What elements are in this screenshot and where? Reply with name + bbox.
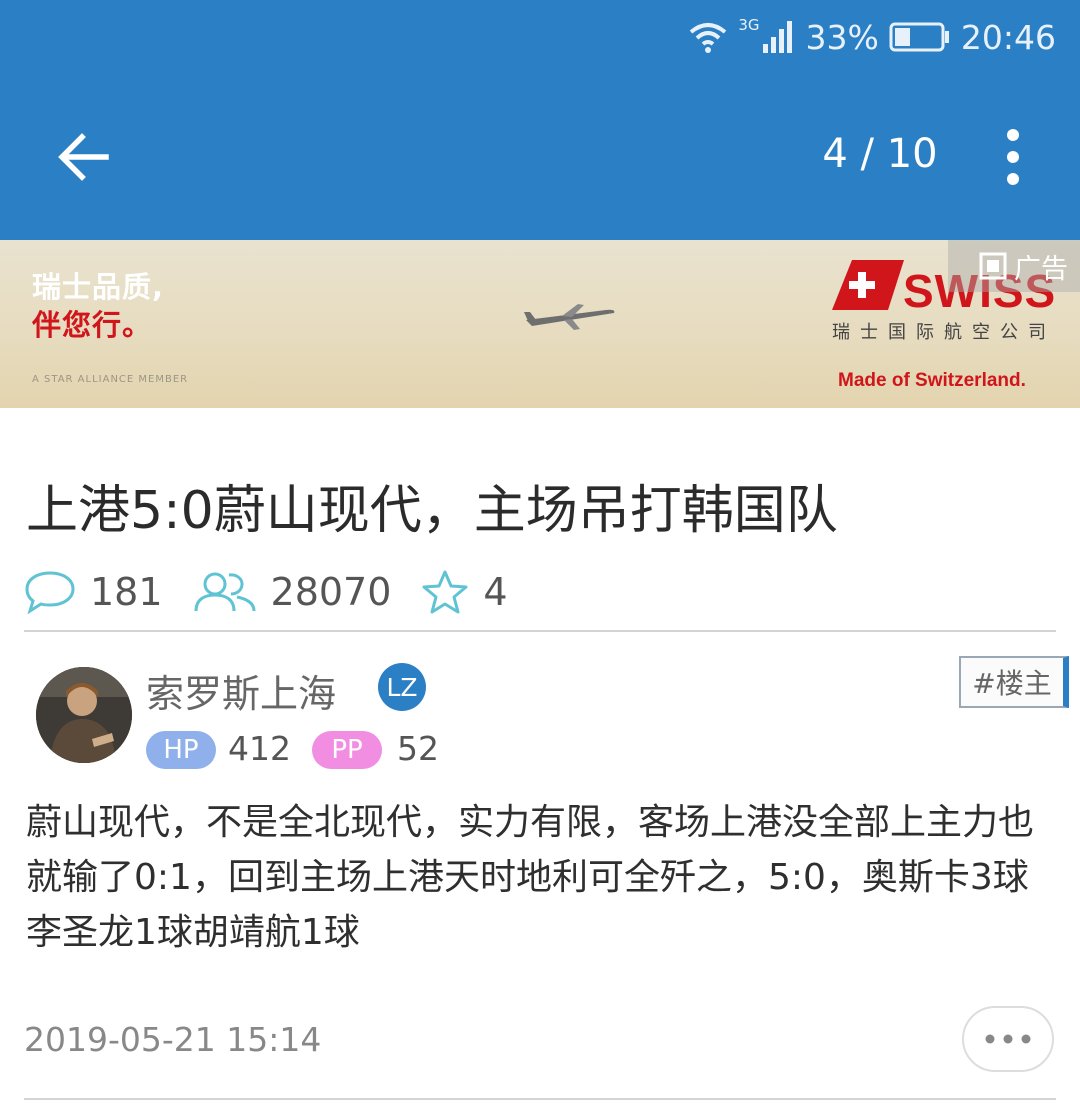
avatar-portrait-icon — [36, 667, 132, 763]
divider — [24, 1098, 1056, 1100]
page-counter[interactable]: 4 / 10 — [800, 131, 960, 177]
ad-badge[interactable]: 广告 — [948, 240, 1080, 292]
swiss-logo-icon — [832, 260, 904, 310]
ad-slogan-line1: 瑞士品质, — [32, 270, 165, 304]
post-timestamp: 2019-05-21 15:14 — [24, 1020, 322, 1059]
post-content: 蔚山现代，不是全北现代，实力有限，客场上港没全部上主力也就输了0:1，回到主场上… — [26, 802, 1035, 953]
clock: 20:46 — [960, 17, 1056, 57]
post-title: 上港5:0蔚山现代，主场吊打韩国队 — [26, 481, 838, 541]
avatar[interactable] — [36, 667, 132, 763]
wifi-icon — [690, 23, 727, 53]
favorites-stat[interactable]: 4 — [421, 569, 508, 615]
divider — [24, 630, 1056, 632]
back-button[interactable] — [50, 122, 120, 192]
status-bar: 3G 33% 20:46 — [688, 14, 1056, 60]
hp-value: 412 — [228, 729, 291, 768]
comment-bubble-icon — [25, 571, 75, 614]
post-more-button[interactable] — [962, 1006, 1054, 1072]
battery-icon — [889, 22, 949, 52]
views-stat: 28070 — [193, 570, 392, 614]
arrow-left-icon — [58, 133, 109, 181]
op-badge: LZ — [378, 663, 426, 711]
post-stats: 181 28070 4 — [24, 564, 538, 620]
ad-slogan-line2: 伴您行。 — [32, 308, 153, 342]
ad-badge-label: 广告 — [1014, 253, 1068, 285]
hp-badge: HP — [146, 731, 216, 769]
pp-value: 52 — [397, 729, 439, 768]
signal-icon — [762, 21, 792, 53]
app-bar: 3G 33% 20:46 4 / 10 — [0, 0, 1080, 240]
ad-alliance-text: A STAR ALLIANCE MEMBER — [32, 374, 189, 385]
airplane-icon — [524, 304, 615, 330]
star-icon — [422, 570, 468, 614]
ad-banner[interactable]: 瑞士品质, 伴您行。 A STAR ALLIANCE MEMBER SWISS … — [0, 240, 1080, 408]
floor-tag[interactable]: #楼主 — [959, 656, 1069, 708]
users-icon — [194, 572, 256, 612]
pp-badge: PP — [312, 731, 382, 769]
views-count: 28070 — [270, 570, 392, 614]
comments-count: 181 — [90, 570, 163, 614]
battery-percent: 33% — [805, 17, 879, 57]
ad-brand-cn: 瑞士国际航空公司 — [832, 322, 1056, 343]
more-options-button[interactable] — [990, 125, 1036, 189]
vertical-dots-icon — [1007, 129, 1019, 185]
network-type: 3G — [738, 16, 760, 34]
ad-tagline: Made of Switzerland. — [838, 370, 1026, 391]
favorites-count: 4 — [483, 570, 508, 614]
comments-stat[interactable]: 181 — [24, 570, 163, 614]
ad-mark-icon — [979, 252, 1007, 280]
horizontal-dots-icon — [985, 1034, 1031, 1044]
author-name[interactable]: 索罗斯上海 — [146, 663, 336, 718]
